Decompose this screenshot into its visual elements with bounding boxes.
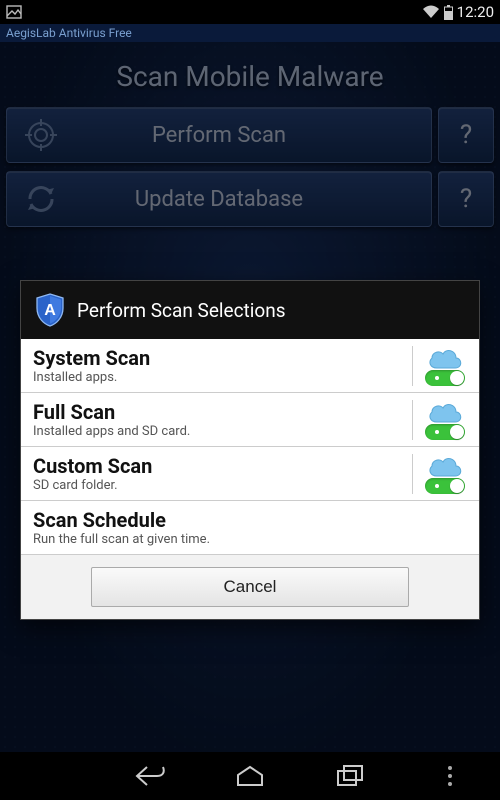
divider — [412, 454, 413, 494]
option-custom-scan[interactable]: Custom Scan SD card folder. — [21, 447, 479, 501]
clock: 12:20 — [457, 3, 494, 21]
cancel-label: Cancel — [224, 577, 277, 596]
option-full-scan[interactable]: Full Scan Installed apps and SD card. — [21, 393, 479, 447]
cloud-toggle-custom-scan[interactable] — [425, 478, 465, 494]
menu-dots-icon — [448, 766, 452, 786]
option-subtitle: Installed apps and SD card. — [33, 424, 404, 439]
back-button[interactable] — [115, 763, 185, 789]
option-subtitle: Installed apps. — [33, 370, 404, 385]
shield-icon: A — [35, 293, 65, 327]
wifi-icon — [422, 5, 440, 19]
android-navbar — [0, 752, 500, 800]
picture-icon — [6, 5, 22, 19]
option-title: Scan Schedule — [33, 509, 469, 532]
option-subtitle: SD card folder. — [33, 478, 404, 493]
cloud-toggle-full-scan[interactable] — [425, 424, 465, 440]
scan-selection-dialog: A Perform Scan Selections System Scan In… — [20, 280, 480, 620]
dialog-footer: Cancel — [21, 555, 479, 619]
svg-text:A: A — [44, 302, 56, 319]
cloud-icon — [425, 454, 465, 480]
option-title: Full Scan — [33, 401, 404, 424]
battery-icon — [444, 5, 453, 20]
home-button[interactable] — [215, 765, 285, 787]
option-title: Custom Scan — [33, 455, 404, 478]
cloud-toggle-system-scan[interactable] — [425, 370, 465, 386]
cloud-icon — [425, 346, 465, 372]
option-title: System Scan — [33, 347, 404, 370]
option-system-scan[interactable]: System Scan Installed apps. — [21, 339, 479, 393]
cancel-button[interactable]: Cancel — [91, 567, 409, 607]
main-screen: Scan Mobile Malware Perform Scan ? Updat… — [0, 42, 500, 770]
recent-apps-button[interactable] — [315, 765, 385, 787]
dialog-header: A Perform Scan Selections — [21, 281, 479, 339]
option-subtitle: Run the full scan at given time. — [33, 532, 469, 547]
divider — [412, 400, 413, 440]
menu-button[interactable] — [415, 766, 485, 786]
divider — [412, 346, 413, 386]
cloud-icon — [425, 400, 465, 426]
dialog-title: Perform Scan Selections — [77, 299, 286, 322]
status-bar: 12:20 — [0, 0, 500, 24]
app-name: AegisLab Antivirus Free — [0, 24, 500, 42]
option-scan-schedule[interactable]: Scan Schedule Run the full scan at given… — [21, 501, 479, 555]
